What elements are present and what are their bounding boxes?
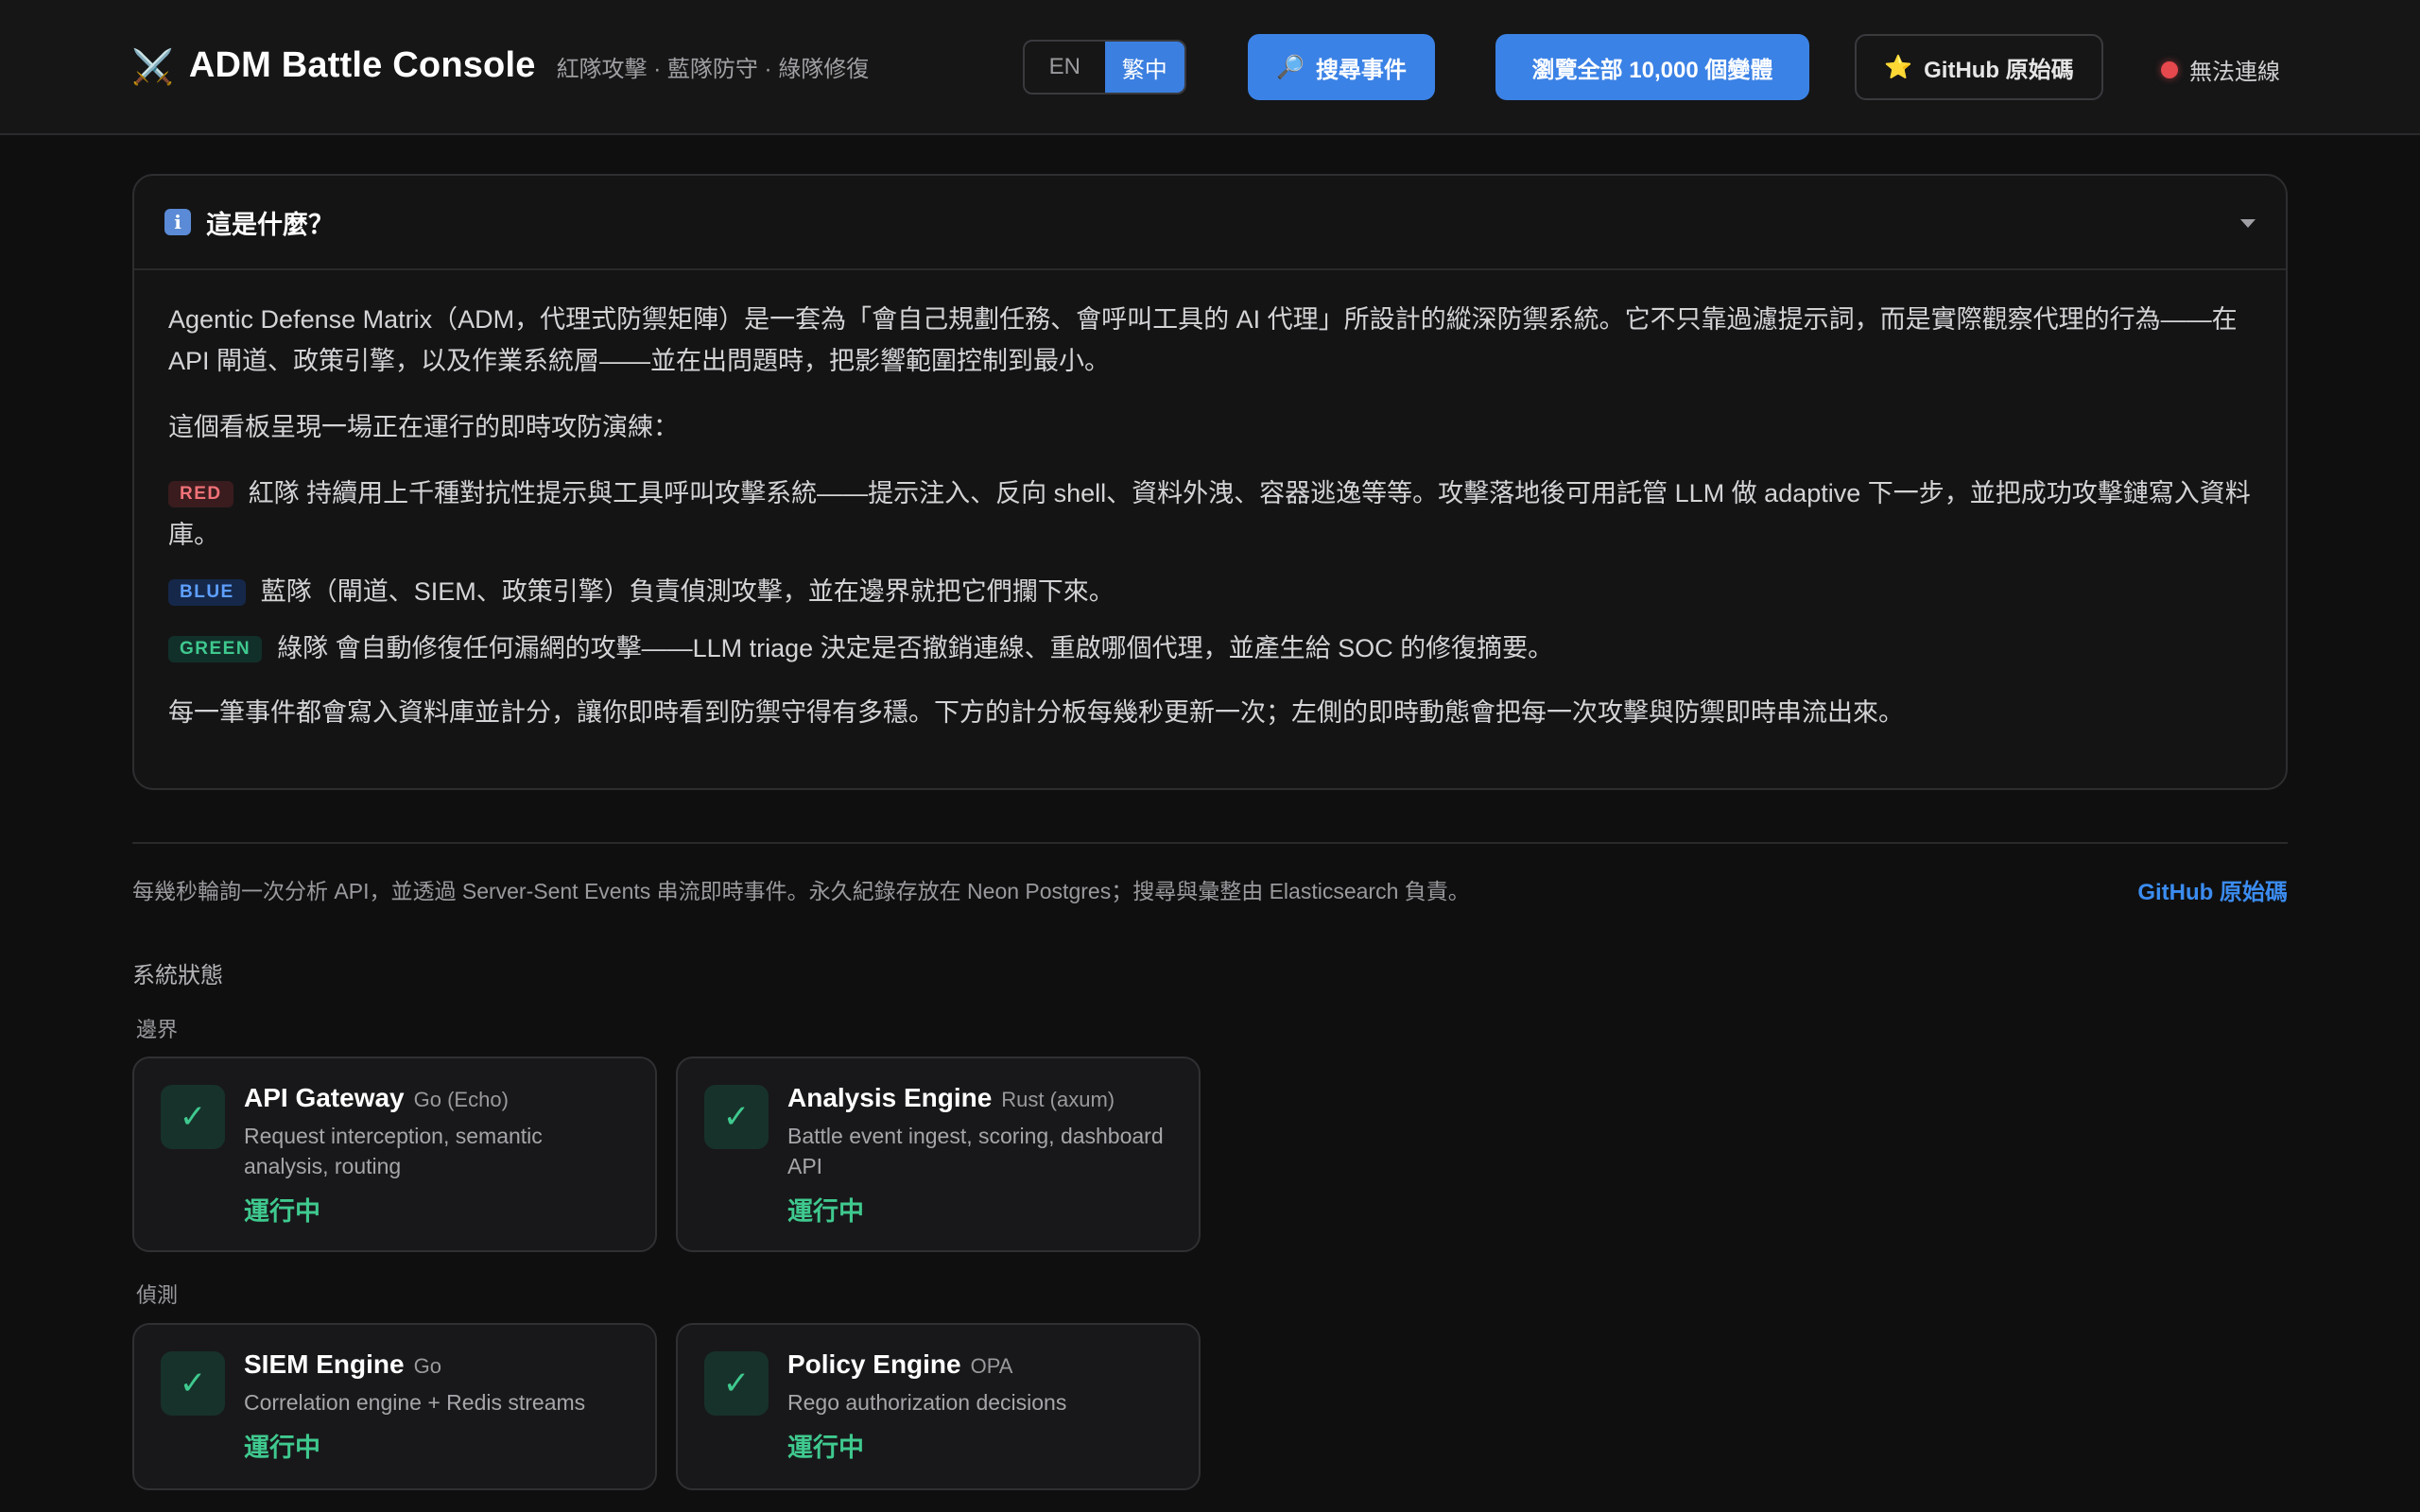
- system-status-title: 系統狀態: [132, 963, 223, 988]
- service-status: 運行中: [244, 1197, 320, 1226]
- service-card-policy-engine: ✓ Policy Engine OPA Rego authorization de…: [676, 1323, 1201, 1490]
- github-source-button[interactable]: ⭐ GitHub 原始碼: [1855, 34, 2103, 100]
- service-name: Analysis Engine: [787, 1083, 993, 1112]
- group-label-detection: 偵測: [136, 1283, 179, 1307]
- connection-status-text: 無法連線: [2189, 60, 2280, 85]
- app-title: ADM Battle Console: [188, 45, 536, 85]
- service-tech: Go: [413, 1354, 441, 1378]
- red-team-text: 紅隊 持續用上千種對抗性提示與工具呼叫攻擊系統——提示注入、反向 shell、資…: [168, 479, 2251, 549]
- service-card-siem-engine: ✓ SIEM Engine Go Correlation engine + Red…: [132, 1323, 657, 1490]
- status-dot-icon: [2161, 60, 2178, 78]
- crossed-swords-icon: ⚔️: [131, 47, 174, 86]
- check-icon: ✓: [161, 1351, 225, 1416]
- lead-paragraph: 這個看板呈現一場正在運行的即時攻防演練：: [168, 413, 679, 441]
- language-toggle: EN 繁中: [1023, 40, 1186, 94]
- browse-variants-label: 瀏覽全部 10,000 個變體: [1531, 57, 1773, 83]
- service-name: API Gateway: [244, 1083, 405, 1112]
- top-header: ⚔️ ADM Battle Console 紅隊攻擊 · 藍隊防守 · 綠隊修復…: [0, 0, 2420, 135]
- panel-body: Agentic Defense Matrix（ADM，代理式防禦矩陣）是一套為「…: [134, 270, 2286, 733]
- search-events-button[interactable]: 🔎 搜尋事件: [1248, 34, 1435, 100]
- service-description: Request interception, semantic analysis,…: [244, 1124, 543, 1178]
- service-tech: Rust (axum): [1001, 1088, 1115, 1111]
- star-icon: ⭐: [1884, 54, 1913, 80]
- info-icon: i: [164, 209, 191, 235]
- check-icon: ✓: [704, 1351, 769, 1416]
- service-card-api-gateway: ✓ API Gateway Go (Echo) Request intercept…: [132, 1057, 657, 1252]
- group-label-perimeter: 邊界: [136, 1018, 179, 1041]
- service-description: Battle event ingest, scoring, dashboard …: [787, 1124, 1164, 1178]
- lang-en-button[interactable]: EN: [1025, 42, 1105, 93]
- service-status: 運行中: [787, 1197, 864, 1226]
- section-divider: [132, 842, 2288, 844]
- blue-team-text: 藍隊（閘道、SIEM、政策引擎）負責偵測攻擊，並在邊界就把它們攔下來。: [260, 577, 1115, 606]
- panel-header[interactable]: i 這是什麼？: [134, 176, 2286, 270]
- magnifier-icon: 🔎: [1276, 54, 1305, 80]
- service-description: Correlation engine + Redis streams: [244, 1390, 586, 1415]
- red-team-row: RED 紅隊 持續用上千種對抗性提示與工具呼叫攻擊系統——提示注入、反向 shel…: [168, 472, 2252, 556]
- github-source-link[interactable]: GitHub 原始碼: [2137, 873, 2288, 906]
- browse-variants-button[interactable]: 瀏覽全部 10,000 個變體: [1495, 34, 1809, 100]
- blue-tag: BLUE: [168, 579, 246, 606]
- intro-paragraph: Agentic Defense Matrix（ADM，代理式防禦矩陣）是一套為「…: [168, 305, 2238, 375]
- search-events-label: 搜尋事件: [1315, 57, 1407, 83]
- red-tag: RED: [168, 481, 233, 507]
- service-name: SIEM Engine: [244, 1349, 405, 1379]
- service-tech: Go (Echo): [413, 1088, 509, 1111]
- green-team-row: GREEN 綠隊 會自動修復任何漏網的攻擊——LLM triage 決定是否撤銷連…: [168, 627, 2252, 669]
- app-subtitle: 紅隊攻擊 · 藍隊防守 · 綠隊修復: [556, 57, 870, 82]
- green-team-text: 綠隊 會自動修復任何漏網的攻擊——LLM triage 決定是否撤銷連線、重啟哪…: [277, 634, 1554, 662]
- check-icon: ✓: [161, 1085, 225, 1149]
- blue-team-row: BLUE 藍隊（閘道、SIEM、政策引擎）負責偵測攻擊，並在邊界就把它們攔下來。: [168, 571, 2252, 612]
- service-status: 運行中: [244, 1434, 320, 1462]
- chevron-down-icon[interactable]: [2240, 219, 2256, 228]
- connection-status: 無法連線: [2161, 53, 2280, 86]
- panel-title: 這是什麼？: [206, 210, 334, 239]
- polling-note: 每幾秒輪詢一次分析 API，並透過 Server-Sent Events 串流即…: [132, 879, 1470, 903]
- closing-paragraph: 每一筆事件都會寫入資料庫並計分，讓你即時看到防禦守得有多穩。下方的計分板每幾秒更…: [168, 698, 1904, 727]
- lang-zh-button[interactable]: 繁中: [1104, 42, 1184, 93]
- service-status: 運行中: [787, 1434, 864, 1462]
- service-tech: OPA: [970, 1354, 1013, 1378]
- green-tag: GREEN: [168, 636, 263, 662]
- service-description: Rego authorization decisions: [787, 1390, 1067, 1415]
- github-source-label: GitHub 原始碼: [1924, 57, 2074, 83]
- service-card-analysis-engine: ✓ Analysis Engine Rust (axum) Battle even…: [676, 1057, 1201, 1252]
- brand: ⚔️ ADM Battle Console 紅隊攻擊 · 藍隊防守 · 綠隊修復: [131, 45, 869, 86]
- check-icon: ✓: [704, 1085, 769, 1149]
- what-is-this-panel: i 這是什麼？ Agentic Defense Matrix（ADM，代理式防禦…: [132, 174, 2288, 790]
- service-name: Policy Engine: [787, 1349, 961, 1379]
